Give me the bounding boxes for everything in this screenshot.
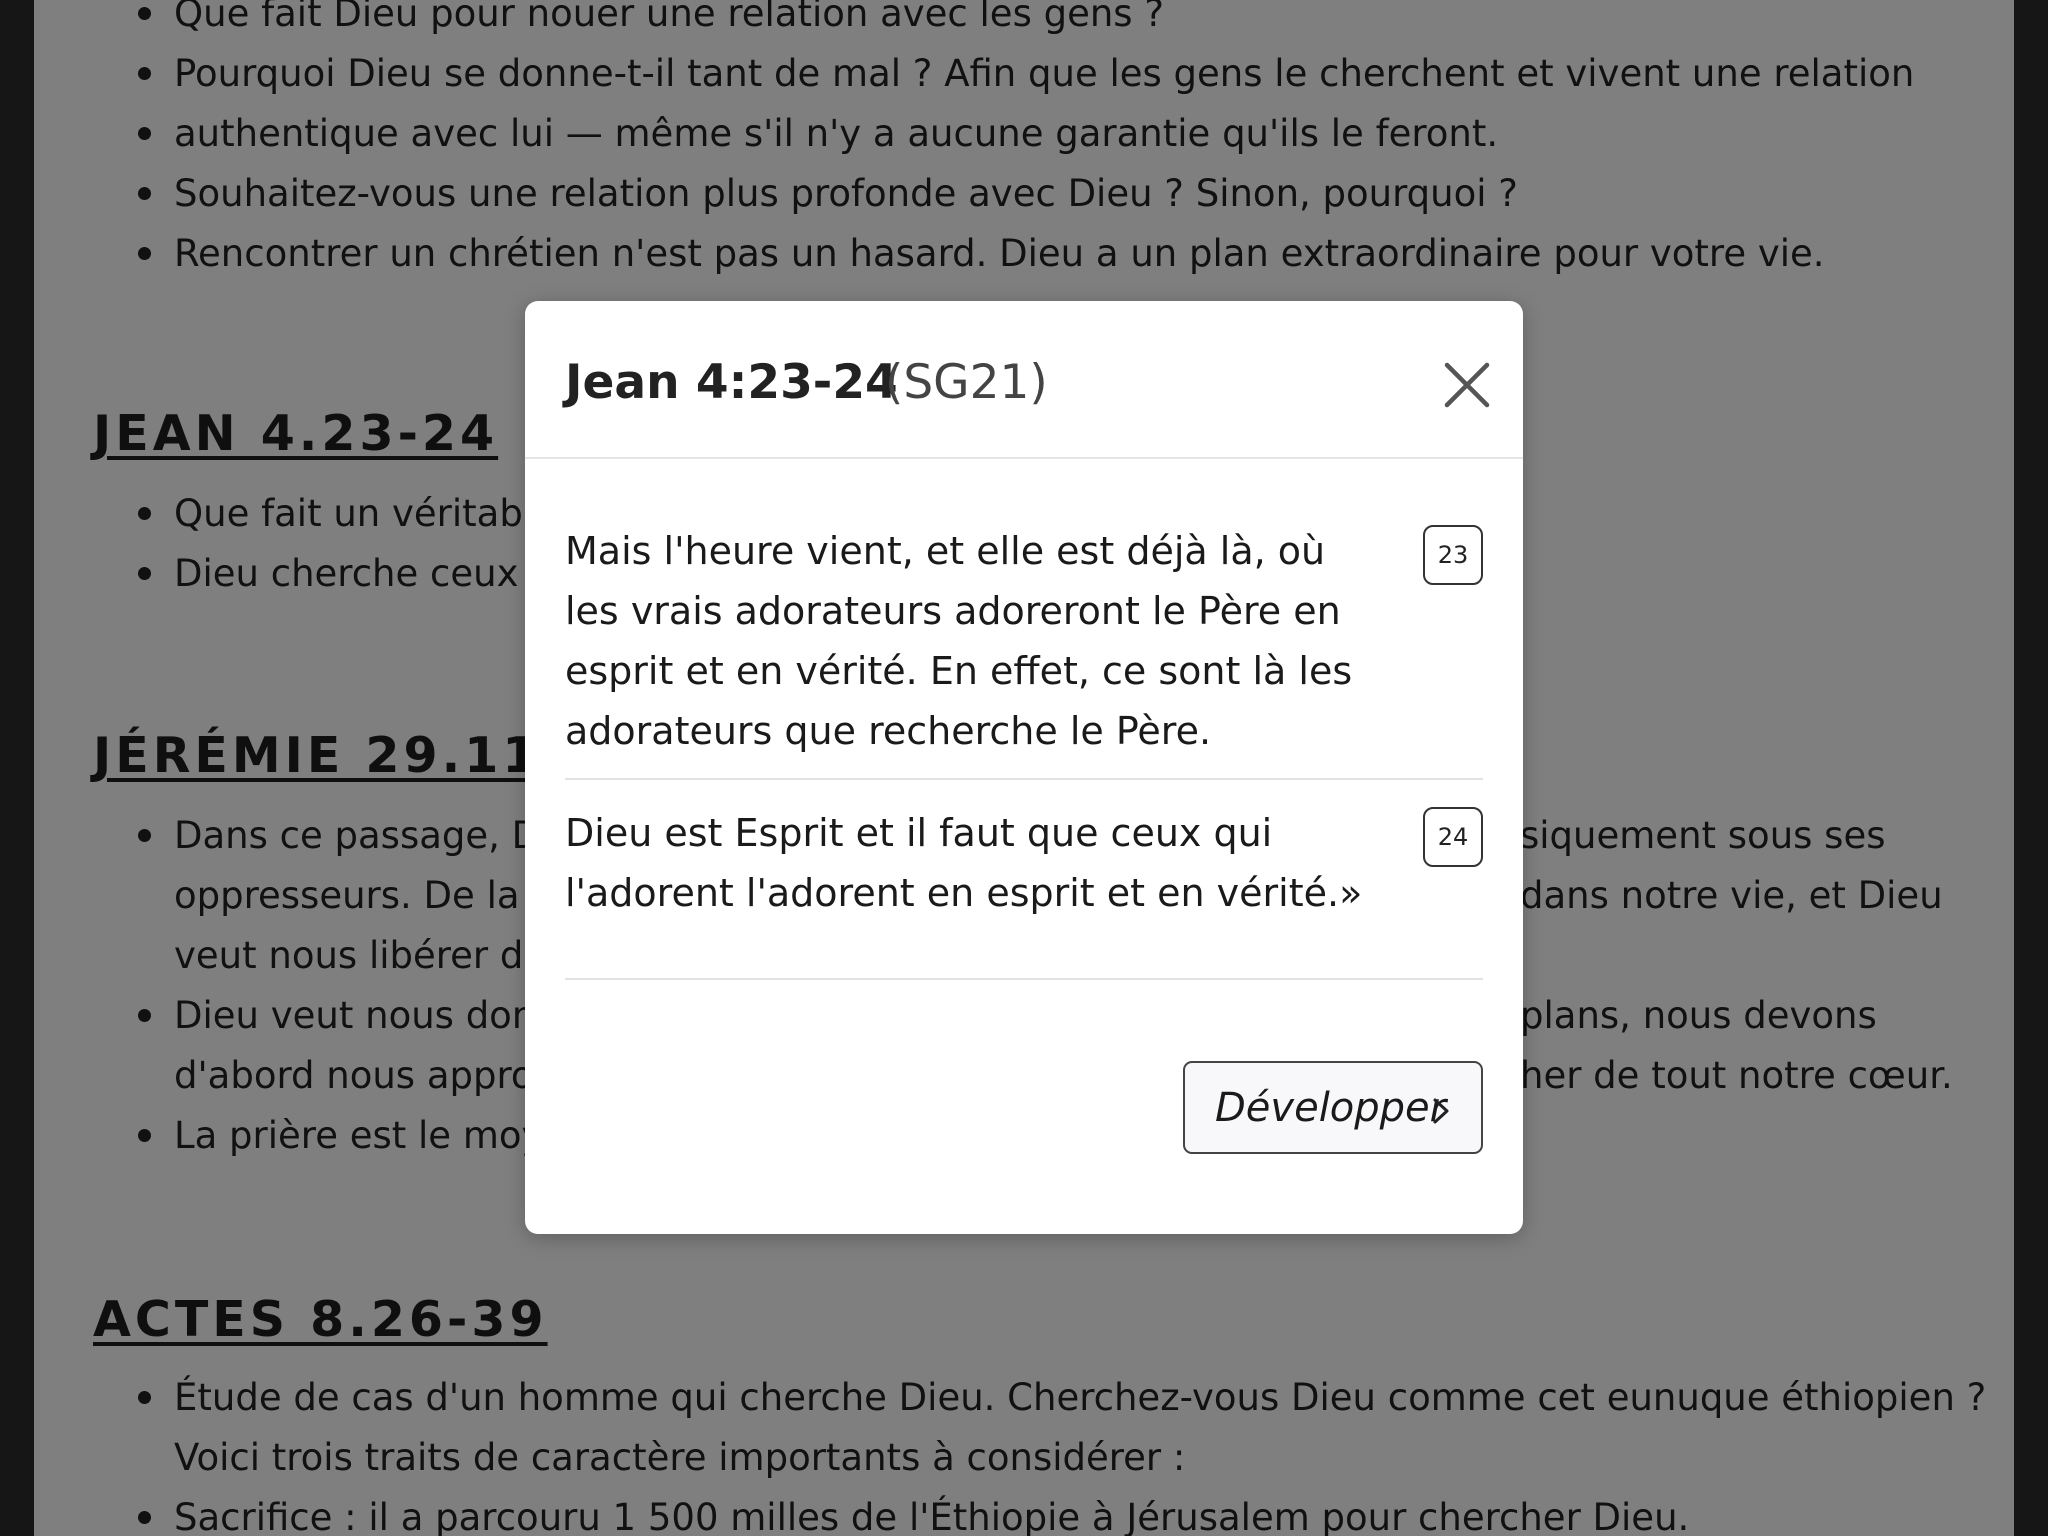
expand-button[interactable]: Développer [1183, 1061, 1483, 1154]
content-divider [565, 978, 1483, 980]
close-button[interactable] [1435, 353, 1499, 417]
bible-version-label: (SG21) [885, 355, 1048, 410]
verse-divider [565, 778, 1483, 780]
verse-23: Mais l'heure vient, et elle est déjà là,… [565, 521, 1483, 1061]
close-x-icon [1444, 362, 1490, 408]
verse-number-badge: 24 [1423, 807, 1483, 867]
bible-verse-modal: Jean 4:23-24 (SG21) Mais l'heure vient, … [525, 301, 1523, 1234]
expand-button-label: Développer [1215, 1085, 1447, 1131]
chevron-right-icon [1433, 1098, 1449, 1124]
verse-text: Dieu est Esprit et il faut que ceux qui … [565, 811, 1363, 915]
modal-header: Jean 4:23-24 (SG21) [525, 301, 1523, 459]
verse-24: Dieu est Esprit et il faut que ceux qui … [565, 803, 1483, 963]
verse-number-badge: 23 [1423, 525, 1483, 585]
verse-text: Mais l'heure vient, et elle est déjà là,… [565, 529, 1353, 753]
modal-title: Jean 4:23-24 [565, 355, 898, 410]
